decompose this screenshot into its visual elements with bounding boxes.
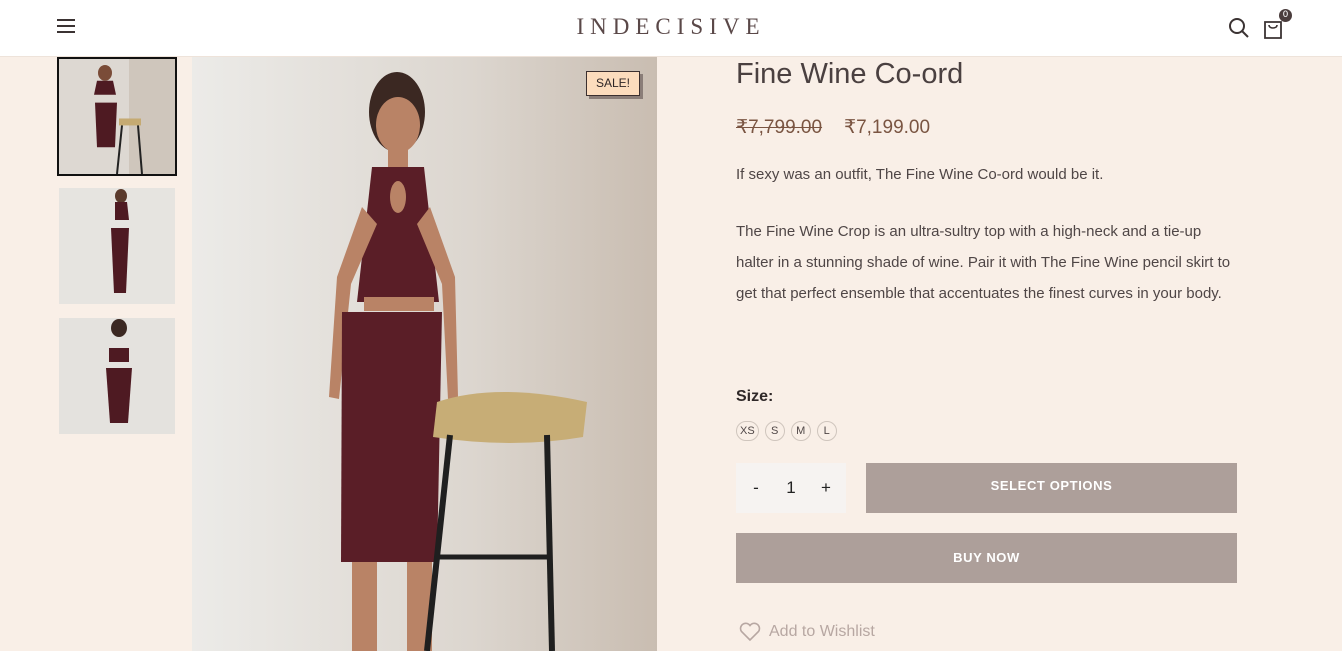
size-option-xs[interactable]: XS — [736, 421, 759, 441]
sale-badge: SALE! — [586, 71, 640, 96]
thumbnail-front-image — [59, 59, 175, 174]
sale-price: ₹7,199.00 — [844, 117, 931, 138]
select-options-button[interactable]: SELECT OPTIONS — [866, 463, 1237, 513]
site-header: INDECISIVE 0 — [0, 0, 1342, 57]
add-to-wishlist-link[interactable]: Add to Wishlist — [739, 622, 875, 642]
site-logo[interactable]: INDECISIVE — [0, 14, 1342, 40]
buy-now-button[interactable]: BUY NOW — [736, 533, 1237, 583]
size-option-s[interactable]: S — [764, 421, 785, 441]
search-icon[interactable] — [1228, 17, 1250, 39]
size-option-m[interactable]: M — [790, 421, 811, 441]
heart-icon — [739, 622, 761, 642]
thumbnail-back[interactable] — [59, 318, 175, 434]
quantity-increase-button[interactable]: + — [816, 478, 836, 498]
thumbnail-front[interactable] — [57, 57, 177, 176]
quantity-stepper: - 1 + — [736, 463, 846, 513]
quantity-decrease-button[interactable]: - — [746, 478, 766, 498]
thumbnail-side[interactable] — [59, 188, 175, 304]
product-tagline: If sexy was an outfit, The Fine Wine Co-… — [736, 166, 1104, 183]
wishlist-label: Add to Wishlist — [769, 623, 875, 640]
original-price: ₹7,799.00 — [736, 117, 823, 138]
model-illustration — [192, 57, 657, 651]
product-description: The Fine Wine Crop is an ultra-sultry to… — [736, 223, 1231, 302]
thumbnail-back-image — [59, 318, 175, 434]
size-options: XS S M L — [736, 421, 837, 441]
product-title: Fine Wine Co-ord — [736, 58, 964, 90]
quantity-value[interactable]: 1 — [786, 478, 795, 498]
thumbnail-side-image — [59, 188, 175, 304]
cart-count-badge: 0 — [1279, 9, 1292, 22]
size-label: Size: — [736, 388, 774, 405]
main-product-photo[interactable] — [192, 57, 657, 651]
size-option-l[interactable]: L — [816, 421, 837, 441]
